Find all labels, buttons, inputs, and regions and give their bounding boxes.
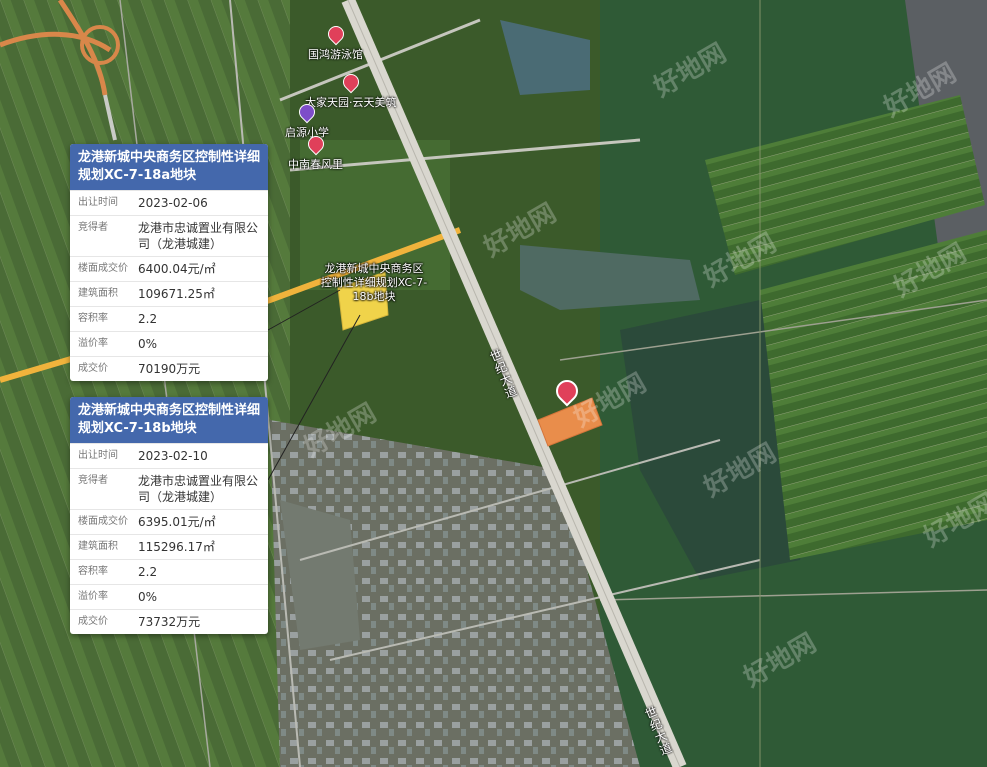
row-value: 2.2 [138,565,158,579]
card-row: 出让时间 2023-02-06 [70,190,268,215]
card-row: 出让时间 2023-02-10 [70,443,268,468]
row-key: 容积率 [78,313,108,324]
card-row: 成交价 70190万元 [70,356,268,381]
row-value: 6400.04元/㎡ [138,262,216,276]
row-key: 建筑面积 [78,288,118,299]
row-key: 竞得者 [78,475,108,486]
poi-residence[interactable]: 中南春风里 [288,132,343,172]
pin-icon [339,70,363,94]
row-value: 70190万元 [138,362,201,376]
card-row: 楼面成交价 6395.01元/㎡ [70,509,268,534]
row-value: 2023-02-06 [138,196,208,210]
poi-gym-label: 国鸿游泳馆 [308,48,363,61]
poi-gym[interactable]: 国鸿游泳馆 [308,22,363,62]
card-row: 溢价率 0% [70,584,268,609]
row-value: 龙港市忠诚置业有限公司（龙港城建） [138,221,259,251]
card-row: 楼面成交价 6400.04元/㎡ [70,256,268,281]
row-value: 0% [138,590,158,604]
row-value: 6395.01元/㎡ [138,515,216,529]
parcel-info-card-18b[interactable]: 龙港新城中央商务区控制性详细规划XC-7-18b地块 出让时间 2023-02-1… [70,397,268,634]
parcel-info-card-18a[interactable]: 龙港新城中央商务区控制性详细规划XC-7-18a地块 出让时间 2023-02-0… [70,144,268,381]
row-key: 容积率 [78,566,108,577]
row-key: 出让时间 [78,450,118,461]
card-row: 竞得者 龙港市忠诚置业有限公司（龙港城建） [70,215,268,256]
row-key: 溢价率 [78,591,108,602]
row-key: 竞得者 [78,222,108,233]
card-row: 建筑面积 115296.17㎡ [70,534,268,559]
row-value: 73732万元 [138,615,201,629]
row-value: 2023-02-10 [138,449,208,463]
parcel-18b-label: 龙港新城中央商务区控制性详细规划XC-7-18b地块 [320,262,428,303]
row-key: 成交价 [78,363,108,374]
row-value: 0% [138,337,158,351]
card-row: 容积率 2.2 [70,306,268,331]
poi-residence-label: 中南春风里 [288,158,343,171]
pin-icon [304,132,327,156]
poi-school[interactable]: 启源小学 [285,100,329,140]
card-row: 容积率 2.2 [70,559,268,584]
row-value: 龙港市忠诚置业有限公司（龙港城建） [138,474,259,504]
card-row: 建筑面积 109671.25㎡ [70,281,268,306]
card-row: 竞得者 龙港市忠诚置业有限公司（龙港城建） [70,468,268,509]
row-key: 溢价率 [78,338,108,349]
row-key: 楼面成交价 [78,263,128,274]
card-row: 溢价率 0% [70,331,268,356]
row-key: 楼面成交价 [78,516,128,527]
row-value: 115296.17㎡ [138,540,215,554]
row-key: 成交价 [78,616,108,627]
pin-icon [324,22,347,46]
card-title: 龙港新城中央商务区控制性详细规划XC-7-18a地块 [70,144,268,190]
row-key: 出让时间 [78,197,118,208]
row-value: 2.2 [138,312,158,326]
satellite-map[interactable] [0,0,987,767]
row-value: 109671.25㎡ [138,287,215,301]
card-title: 龙港新城中央商务区控制性详细规划XC-7-18b地块 [70,397,268,443]
school-icon [295,100,319,124]
row-key: 建筑面积 [78,541,118,552]
card-row: 成交价 73732万元 [70,609,268,634]
